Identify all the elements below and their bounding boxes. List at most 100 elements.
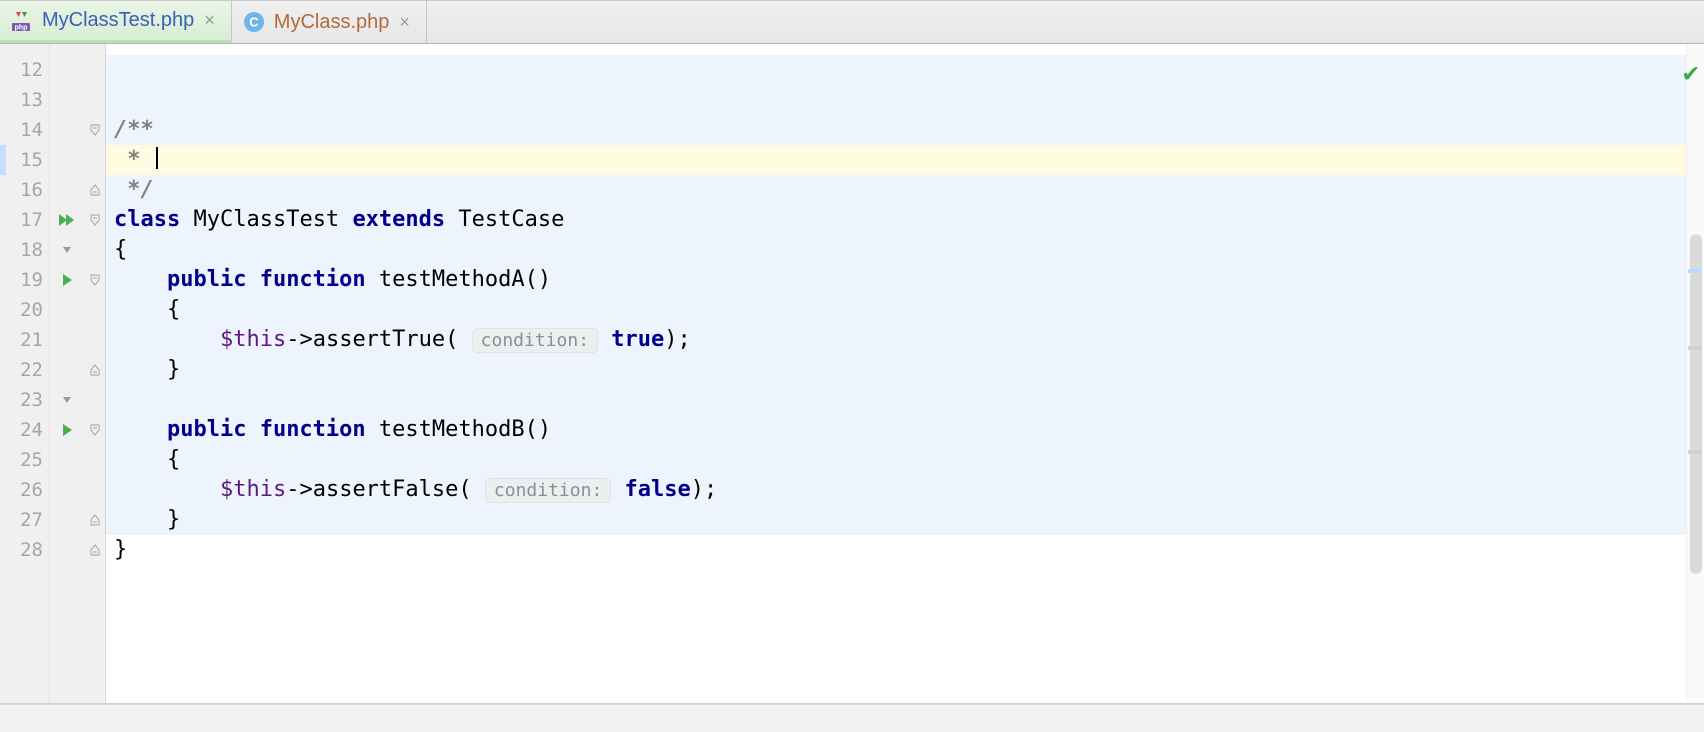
line-number: 12 [0,55,43,85]
fold-icon[interactable] [84,535,105,565]
code-line[interactable]: } [106,355,1704,385]
code-line[interactable]: } [106,505,1704,535]
token: $this [220,327,286,352]
token: /** [114,117,154,142]
line-number: 20 [0,295,43,325]
line-number: 18 [0,235,43,265]
run-test-icon[interactable] [50,415,84,445]
token: class [114,207,193,232]
class-icon: C [242,10,266,34]
code-line[interactable]: class MyClassTest extends TestCase [106,205,1704,235]
line-number: 22 [0,355,43,385]
code-line[interactable]: */ [106,175,1704,205]
code-line[interactable]: public function testMethodA() [106,265,1704,295]
text-cursor [156,147,158,169]
code-line[interactable]: /** [106,115,1704,145]
line-number: 16 [0,175,43,205]
token: testMethodB [379,417,525,442]
line-number: 21 [0,325,43,355]
run-test-icon[interactable] [50,265,84,295]
token: } [114,537,127,562]
inspection-ok-icon: ✔ [1683,58,1699,88]
fold-icon[interactable] [84,265,105,295]
line-number-gutter: 1213141516171819202122232425262728 [0,44,50,703]
tab-myclasstest[interactable]: php MyClassTest.php × [0,1,232,43]
scrollbar[interactable]: ✔ [1686,44,1704,699]
token: assertFalse [313,477,459,502]
fold-icon[interactable] [84,415,105,445]
token: testMethodA [379,267,525,292]
code-line[interactable]: { [106,445,1704,475]
token: public function [167,267,379,292]
line-number: 17 [0,205,43,235]
run-gutter [50,44,84,703]
token: ); [664,327,691,352]
code-area[interactable]: /** * */ class MyClassTest extends TestCa… [106,44,1704,703]
svg-text:C: C [249,15,259,30]
token: condition: [472,328,598,353]
fold-gutter [84,44,106,703]
token: assertTrue [313,327,445,352]
token: } [114,507,180,532]
token: -> [286,327,313,352]
code-line[interactable] [106,55,1704,85]
line-number: 13 [0,85,43,115]
token: ( [458,477,485,502]
token: () [525,267,552,292]
token [114,327,220,352]
code-line[interactable]: $this->assertFalse( condition: false); [106,475,1704,505]
fold-icon[interactable] [84,205,105,235]
line-number: 27 [0,505,43,535]
code-line[interactable]: { [106,235,1704,265]
token: { [114,297,180,322]
run-test-icon[interactable] [50,205,84,235]
close-icon[interactable]: × [202,10,217,31]
code-line[interactable]: { [106,295,1704,325]
tab-bar: php MyClassTest.php × C MyClass.php × [0,0,1704,44]
close-icon[interactable]: × [397,12,412,33]
code-line[interactable]: * [106,145,1704,175]
php-test-icon: php [10,9,34,33]
tab-title: MyClass.php [274,11,390,34]
code-line[interactable]: } [106,535,1704,565]
fold-icon[interactable] [84,115,105,145]
code-line[interactable]: $this->assertTrue( condition: true); [106,325,1704,355]
token: MyClassTest [193,207,352,232]
token [611,477,624,502]
token: ( [445,327,472,352]
chevron-down-icon[interactable] [50,235,84,265]
code-line[interactable] [106,85,1704,115]
scrollbar-thumb[interactable] [1690,234,1702,574]
code-line[interactable] [106,385,1704,415]
token: false [625,477,691,502]
scrollbar-marker[interactable] [1688,346,1702,350]
fold-icon[interactable] [84,505,105,535]
token: extends [352,207,458,232]
token: { [114,237,127,262]
token: -> [286,477,313,502]
svg-text:php: php [15,24,28,31]
token: ); [691,477,718,502]
line-number: 19 [0,265,43,295]
token [114,417,167,442]
scrollbar-marker[interactable] [1688,269,1702,273]
line-number: 26 [0,475,43,505]
token [598,327,611,352]
token: condition: [485,478,611,503]
scrollbar-marker[interactable] [1688,450,1702,454]
line-number: 28 [0,535,43,565]
token: true [611,327,664,352]
line-number: 25 [0,445,43,475]
token: */ [114,177,154,202]
chevron-down-icon[interactable] [50,385,84,415]
line-number: 15 [0,145,43,175]
fold-icon[interactable] [84,355,105,385]
code-line[interactable]: public function testMethodB() [106,415,1704,445]
token: $this [220,477,286,502]
token: () [525,417,552,442]
token: TestCase [458,207,564,232]
token [114,267,167,292]
fold-icon[interactable] [84,175,105,205]
token: } [114,357,180,382]
tab-myclass[interactable]: C MyClass.php × [232,1,427,43]
